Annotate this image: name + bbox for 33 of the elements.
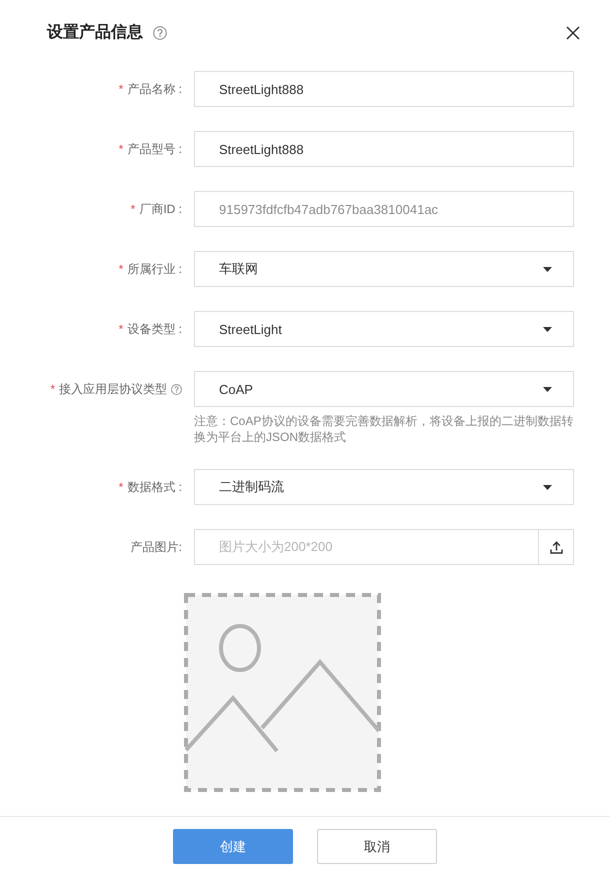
required-asterisk: * (118, 262, 124, 276)
field-label: 所属行业 : (127, 260, 182, 278)
caret-icon (543, 326, 552, 332)
field-label: 接入应用层协议类型 (59, 380, 167, 398)
caret-icon (543, 386, 552, 392)
dropdown-select[interactable]: CoAP (194, 371, 574, 407)
caret-icon (543, 484, 552, 490)
required-asterisk: * (118, 142, 124, 156)
text-field[interactable]: StreetLight888 (194, 131, 574, 167)
required-asterisk: * (50, 382, 55, 396)
dropdown-select[interactable]: 车联网 (194, 251, 574, 287)
field-label: 厂商ID : (139, 200, 182, 218)
field-label: 产品名称 : (127, 80, 182, 98)
dialog-title: 设置产品信息 (47, 22, 143, 43)
field-label: 产品图片: (130, 538, 182, 556)
required-asterisk: * (130, 202, 136, 216)
cancel-button[interactable]: 取消 (317, 829, 437, 864)
field-label: 产品型号 : (127, 140, 182, 158)
help-icon[interactable] (171, 384, 182, 394)
dropdown-select[interactable]: 二进制码流 (194, 469, 574, 505)
required-asterisk: * (118, 322, 124, 336)
upload-icon (550, 540, 562, 554)
caret-icon (543, 266, 552, 272)
required-asterisk: * (118, 480, 124, 494)
required-asterisk: * (118, 82, 124, 96)
help-icon[interactable] (153, 26, 167, 40)
text-field[interactable]: StreetLight888 (194, 71, 574, 107)
field-label: 数据格式 : (127, 478, 182, 496)
dropdown-select[interactable]: StreetLight (194, 311, 574, 347)
field-label: 设备类型 : (127, 320, 182, 338)
close-icon[interactable] (566, 26, 580, 40)
field-note: 注意：CoAP协议的设备需要完善数据解析，将设备上报的二进制数据转换为平台上的JSON数据格式 (194, 413, 574, 445)
upload-button[interactable] (538, 529, 574, 565)
